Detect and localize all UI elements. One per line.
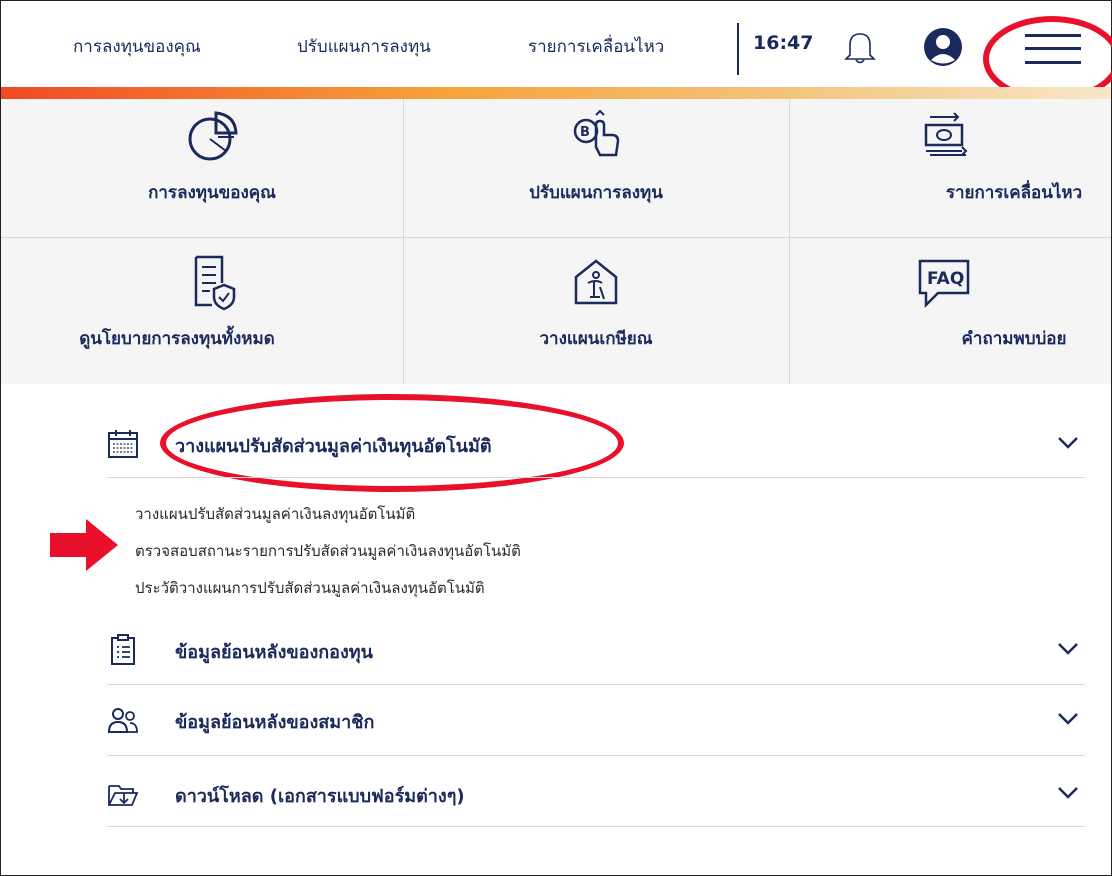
- menu-divider: [107, 755, 1085, 756]
- baht-hand-icon: B: [573, 109, 620, 157]
- annotation-arrow: [50, 519, 118, 571]
- clipboard-list-icon: [111, 634, 135, 665]
- shortcut-grid: การลงทุนของคุณ B ปรับแผนการลงทุน รายการเ…: [1, 99, 1111, 384]
- faq-icon-text: FAQ: [927, 269, 964, 289]
- calendar-icon: [108, 430, 138, 458]
- header-divider: [737, 23, 739, 75]
- pie-chart-icon: [188, 111, 238, 161]
- shortcut-retirement-plan[interactable]: วางแผนเกษียณ: [411, 239, 781, 377]
- menu-label: ข้อมูลย้อนหลังของสมาชิก: [175, 712, 375, 733]
- nav-link-adjust-plan[interactable]: ปรับแผนการลงทุน: [297, 33, 431, 60]
- menu-label: ดาวน์โหลด (เอกสารแบบฟอร์มต่างๆ): [175, 786, 465, 807]
- nav-link-your-investment[interactable]: การลงทุนของคุณ: [73, 33, 201, 60]
- menu-label: ข้อมูลย้อนหลังของกองทุน: [175, 642, 373, 663]
- clock-time: 16:47: [753, 32, 814, 54]
- faq-icon: FAQ: [918, 259, 970, 309]
- shortcut-all-policies[interactable]: ดูนโยบายการลงทุนทั้งหมด: [27, 239, 397, 377]
- bell-icon[interactable]: [843, 29, 877, 65]
- brand-accent-strip: [1, 87, 1111, 99]
- chevron-down-icon[interactable]: [1057, 642, 1079, 656]
- shortcut-transactions[interactable]: รายการเคลื่อนไหว: [759, 99, 1112, 237]
- retirement-house-icon: [574, 259, 618, 305]
- grid-divider: [403, 99, 404, 384]
- submenu-plan-rebalance[interactable]: วางแผนปรับสัดส่วนมูลค่าเงินลงทุนอัตโนมัต…: [135, 502, 415, 526]
- menu-divider: [107, 684, 1085, 685]
- grid-divider: [1, 237, 1111, 238]
- shortcut-label: การลงทุนของคุณ: [148, 183, 276, 203]
- shortcut-label: ดูนโยบายการลงทุนทั้งหมด: [79, 329, 275, 349]
- submenu-check-status[interactable]: ตรวจสอบสถานะรายการปรับสัดส่วนมูลค่าเงินล…: [135, 539, 521, 563]
- shortcut-label: ปรับแผนการลงทุน: [529, 183, 663, 203]
- chevron-down-icon[interactable]: [1057, 436, 1079, 450]
- shortcut-faq[interactable]: FAQ คำถามพบบ่อย: [759, 239, 1112, 377]
- menu-fund-history[interactable]: ข้อมูลย้อนหลังของกองทุน: [107, 624, 1085, 674]
- money-transfer-icon: [924, 112, 968, 156]
- menu-divider: [107, 826, 1085, 827]
- avatar-icon[interactable]: [923, 27, 963, 67]
- policy-document-icon: [194, 255, 236, 311]
- folder-download-icon: [108, 785, 139, 806]
- menu-member-history[interactable]: ข้อมูลย้อนหลังของสมาชิก: [107, 694, 1085, 744]
- svg-text:B: B: [580, 125, 590, 140]
- nav-link-transactions[interactable]: รายการเคลื่อนไหว: [528, 33, 664, 60]
- top-navigation-bar: การลงทุนของคุณ ปรับแผนการลงทุน รายการเคล…: [1, 1, 1111, 87]
- shortcut-your-investment[interactable]: การลงทุนของคุณ: [27, 99, 397, 237]
- chevron-down-icon[interactable]: [1057, 712, 1079, 726]
- shortcut-adjust-plan[interactable]: B ปรับแผนการลงทุน: [411, 99, 781, 237]
- menu-divider: [107, 477, 1085, 478]
- menu-download[interactable]: ดาวน์โหลด (เอกสารแบบฟอร์มต่างๆ): [107, 768, 1085, 818]
- shortcut-label: รายการเคลื่อนไหว: [945, 183, 1083, 203]
- shortcut-label: คำถามพบบ่อย: [961, 329, 1067, 349]
- submenu-rebalance-history[interactable]: ประวัติวางแผนการปรับสัดส่วนมูลค่าเงินลงท…: [135, 576, 485, 600]
- chevron-down-icon[interactable]: [1057, 786, 1079, 800]
- users-icon: [107, 708, 138, 733]
- shortcut-label: วางแผนเกษียณ: [539, 329, 653, 349]
